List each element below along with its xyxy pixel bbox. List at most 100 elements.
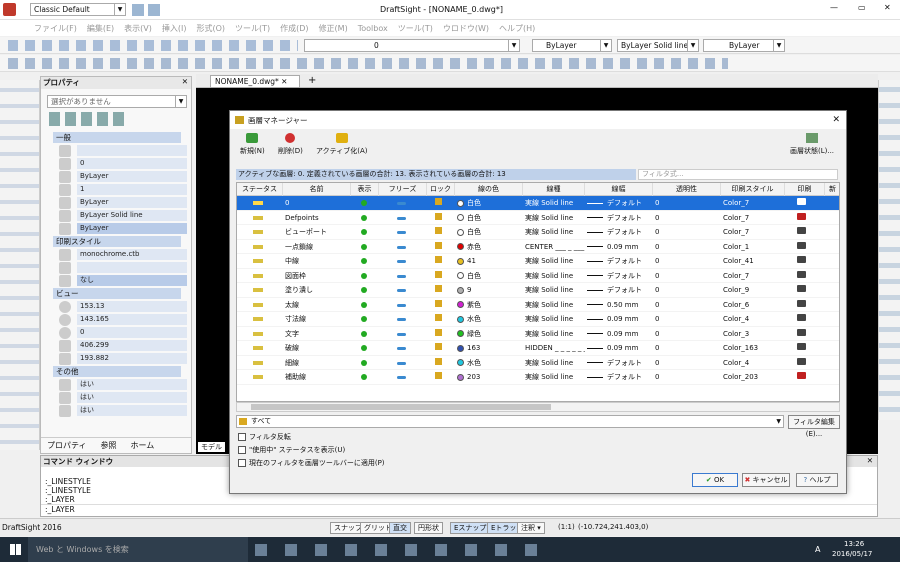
layer-name[interactable]: 補助線 [285,370,349,385]
layer-linetype[interactable]: 実線 Solid line [525,356,585,371]
layer-color[interactable]: 白色 [457,196,521,211]
visible-icon[interactable] [361,269,375,284]
menu-item[interactable]: 形式(O) [196,23,225,34]
prop-value[interactable]: 0 [77,327,187,338]
annotation-button[interactable]: 注釈 ▾ [517,522,545,534]
properties-tool-icons[interactable] [49,112,129,126]
close-icon[interactable]: ✕ [884,3,891,12]
layer-print-style[interactable]: Color_41 [723,254,783,269]
layer-print-style[interactable]: Color_7 [723,211,783,226]
table-row[interactable]: 寸法線 水色 実線 Solid line 0.09 mm 0 Color_4 [237,312,839,327]
table-row[interactable]: 中線 41 実線 Solid line デフォルト 0 Color_41 [237,254,839,269]
tab-properties[interactable]: プロパティ [47,440,87,451]
status-icon[interactable] [253,254,273,269]
layer-transparency[interactable]: 0 [655,240,715,255]
print-icon[interactable] [797,196,813,211]
status-icon[interactable] [253,211,273,226]
col-status[interactable]: ステータス [237,183,283,196]
layer-transparency[interactable]: 0 [655,211,715,226]
table-row[interactable]: 一点鎖線 赤色 CENTER ___ _ ___ 0.09 mm 0 Color_1 [237,240,839,255]
layer-lineweight[interactable]: デフォルト [587,283,653,298]
layer-print-style[interactable]: Color_7 [723,225,783,240]
layer-transparency[interactable]: 0 [655,298,715,313]
prop-value[interactable]: 1 [77,184,187,195]
status-icon[interactable] [253,341,273,356]
menu-item[interactable]: ヘルプ(H) [499,23,535,34]
filter-edit-button[interactable]: フィルタ編集(E)... [788,415,840,438]
lock-icon[interactable] [435,356,449,371]
layer-select[interactable]: 0 ▼ [304,39,520,52]
lineweight-select[interactable]: ByLayer ▼ [703,39,785,52]
selection-select[interactable]: 選択がありません ▼ [47,95,187,108]
visible-icon[interactable] [361,283,375,298]
toolbar-icons[interactable] [8,58,728,69]
close-icon[interactable]: ✕ [867,456,873,465]
menu-item[interactable]: ウロドウ(W) [443,23,489,34]
layer-color[interactable]: 白色 [457,225,521,240]
layer-color[interactable]: 紫色 [457,298,521,313]
print-icon[interactable] [797,283,813,298]
layer-transparency[interactable]: 0 [655,370,715,385]
layer-transparency[interactable]: 0 [655,312,715,327]
ok-button[interactable]: ✔ OK [692,473,738,487]
prop-value[interactable]: 153.13 [77,301,187,312]
windows-start-icon[interactable] [10,544,21,555]
restore-icon[interactable]: ▭ [858,3,866,12]
status-icon[interactable] [253,196,273,211]
freeze-icon[interactable] [397,225,413,240]
ortho-button[interactable]: 直交 [389,522,411,534]
lock-icon[interactable] [435,196,449,211]
col-name[interactable]: 名前 [283,183,351,196]
layer-transparency[interactable]: 0 [655,356,715,371]
lock-icon[interactable] [435,370,449,385]
layer-color[interactable]: 水色 [457,356,521,371]
freeze-icon[interactable] [397,370,413,385]
visible-icon[interactable] [361,298,375,313]
status-icon[interactable] [253,225,273,240]
apply-filter-checkbox[interactable]: 現在のフィルタを画層ツールバーに適用(P) [238,458,385,468]
add-tab-icon[interactable]: + [308,75,316,86]
tab-document[interactable]: NONAME_0.dwg* ✕ [210,75,300,88]
layer-states-button[interactable]: 画層状態(L)... [790,133,834,156]
checkbox-box[interactable] [238,459,246,467]
lock-icon[interactable] [435,225,449,240]
table-row[interactable]: 破線 163 HIDDEN _ _ _ _ _ _ 0.09 mm 0 Color_163 [237,341,839,356]
freeze-icon[interactable] [397,240,413,255]
layer-transparency[interactable]: 0 [655,254,715,269]
layer-name[interactable]: 0 [285,196,349,211]
layer-print-style[interactable]: Color_7 [723,196,783,211]
layer-color[interactable]: 緑色 [457,327,521,342]
prop-value[interactable]: ByLayer [77,223,187,234]
status-icon[interactable] [253,327,273,342]
layer-lineweight[interactable]: 0.09 mm [587,312,653,327]
layer-color[interactable]: 水色 [457,312,521,327]
prop-value[interactable]: 193.882 [77,353,187,364]
layer-name[interactable]: 図面枠 [285,269,349,284]
col-new[interactable]: 新 [825,183,839,196]
status-icon[interactable] [253,312,273,327]
filter-expression-input[interactable]: フィルタ式... [638,169,838,180]
print-icon[interactable] [797,370,813,385]
layer-print-style[interactable]: Color_7 [723,269,783,284]
lock-icon[interactable] [435,283,449,298]
layer-name[interactable]: 太線 [285,298,349,313]
layer-lineweight[interactable]: 0.09 mm [587,240,653,255]
layer-transparency[interactable]: 0 [655,283,715,298]
col-lock[interactable]: ロック [427,183,455,196]
col-color[interactable]: 線の色 [455,183,523,196]
layer-linetype[interactable]: 実線 Solid line [525,211,585,226]
tab-home[interactable]: ホーム [131,440,155,451]
print-icon[interactable] [797,269,813,284]
menu-item[interactable]: 編集(E) [87,23,114,34]
table-row[interactable]: 文字 緑色 実線 Solid line 0.09 mm 0 Color_3 [237,327,839,342]
table-row[interactable]: ビューポート 白色 実線 Solid line デフォルト 0 Color_7 [237,225,839,240]
print-icon[interactable] [797,211,813,226]
visible-icon[interactable] [361,370,375,385]
linetype-select[interactable]: ByLayer Solid line ▼ [617,39,699,52]
layer-linetype[interactable]: 実線 Solid line [525,312,585,327]
workspace-select[interactable]: Classic Default ▼ [30,3,126,16]
prop-value[interactable]: ByLayer Solid line [77,210,187,221]
taskbar-apps[interactable] [255,544,545,556]
modify-tools-column[interactable] [878,80,900,420]
prop-value[interactable] [77,262,187,273]
